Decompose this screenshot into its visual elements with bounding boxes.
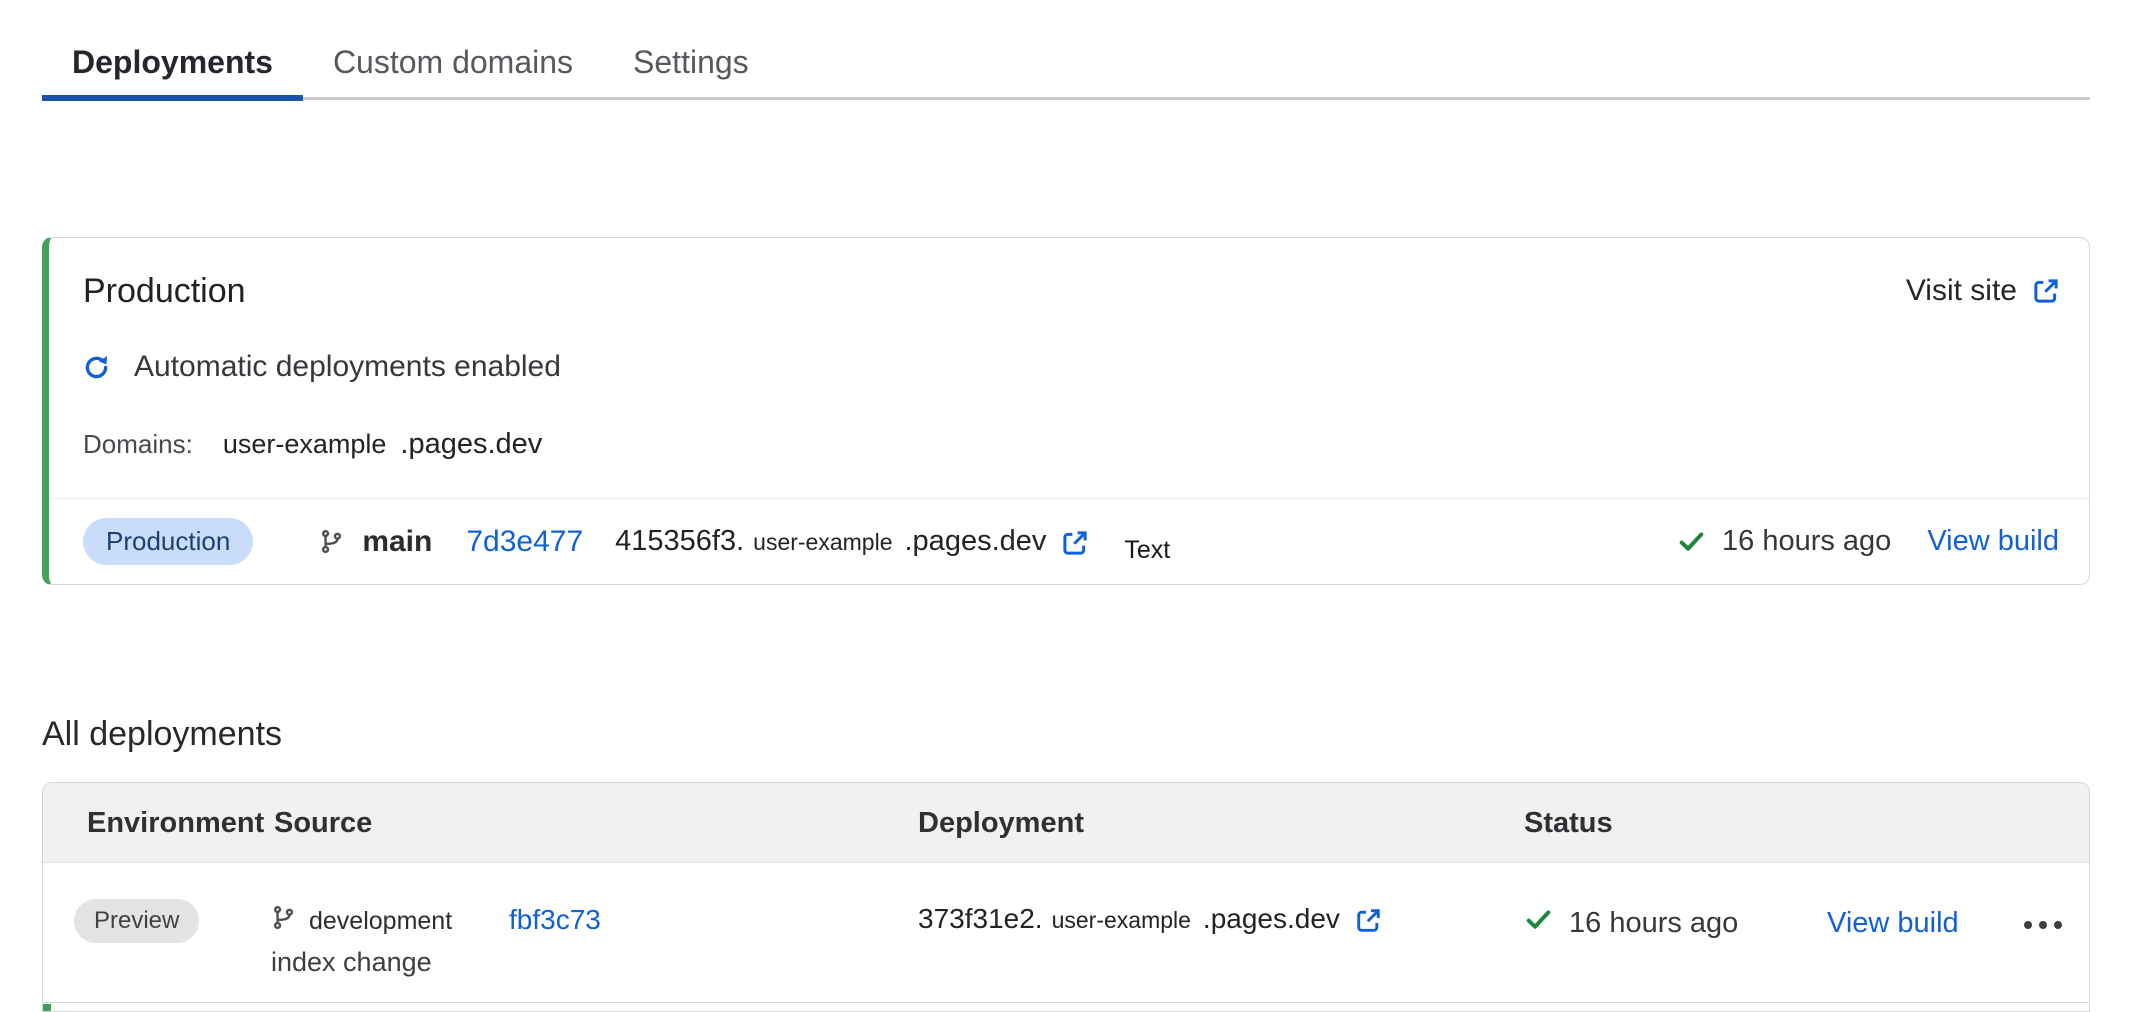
deployment-url-link[interactable]: 373f31e2. user-example .pages.dev	[918, 903, 1383, 935]
visit-site-link[interactable]: Visit site	[1906, 274, 2061, 308]
git-branch-icon	[319, 529, 344, 554]
deployments-table: Environment Source Deployment Status Pre…	[42, 782, 2090, 1012]
deployment-url-hash: 415356f3.	[615, 525, 744, 558]
deployment-url-name: user-example	[1052, 907, 1191, 934]
production-deployment-row: Production main 7d3e477 415356f3. user-e…	[49, 499, 2089, 584]
deployment-url-name: user-example	[753, 529, 892, 556]
tab-custom-domains-label: Custom domains	[333, 44, 573, 81]
deployment-table-row: Preview development fbf3c73 index change…	[43, 863, 2089, 1003]
commit-link[interactable]: 7d3e477	[466, 525, 583, 559]
deployments-table-header: Environment Source Deployment Status	[43, 783, 2089, 863]
environment-badge-production: Production	[83, 518, 253, 565]
column-header-deployment: Deployment	[918, 783, 1084, 863]
production-card: Production Visit site Automa	[42, 237, 2090, 585]
success-check-icon	[1677, 527, 1706, 556]
domain-suffix: .pages.dev	[400, 428, 542, 461]
deployment-url-suffix: .pages.dev	[905, 525, 1047, 558]
ellipsis-icon	[2022, 919, 2064, 931]
domains-row: Domains: user-example .pages.dev	[83, 428, 542, 461]
success-check-icon	[1524, 905, 1553, 934]
view-build-link[interactable]: View build	[1827, 907, 1959, 940]
column-header-status: Status	[1524, 783, 1613, 863]
external-link-icon	[2031, 276, 2061, 306]
visit-site-label: Visit site	[1906, 274, 2017, 308]
deployment-url-suffix: .pages.dev	[1203, 903, 1340, 935]
deployment-note: Text	[1124, 536, 1170, 565]
production-card-header: Production Visit site	[83, 268, 2061, 314]
external-link-icon	[1060, 528, 1090, 558]
refresh-icon	[83, 354, 110, 381]
production-card-title: Production	[83, 272, 246, 311]
production-status-cluster: 16 hours ago View build	[1677, 525, 2059, 558]
domains-label: Domains:	[83, 429, 193, 460]
deployment-url-hash: 373f31e2.	[918, 903, 1043, 935]
pages-project-screen: Deployments Custom domains Settings Prod…	[0, 0, 2132, 1012]
tab-settings-label: Settings	[633, 44, 749, 81]
branch-name: development	[309, 907, 452, 936]
tab-bar: Deployments Custom domains Settings	[42, 24, 2090, 100]
next-row-production-accent	[43, 1004, 51, 1011]
deployment-time: 16 hours ago	[1569, 907, 1738, 940]
tab-settings[interactable]: Settings	[603, 24, 779, 100]
environment-badge-preview: Preview	[74, 899, 199, 943]
domain-name: user-example	[223, 429, 387, 460]
view-build-link[interactable]: View build	[1927, 525, 2059, 558]
external-link-icon	[1354, 906, 1383, 935]
all-deployments-title: All deployments	[42, 714, 282, 754]
commit-link[interactable]: fbf3c73	[509, 904, 601, 936]
automatic-deployments-row: Automatic deployments enabled	[83, 350, 561, 384]
git-branch-icon	[271, 905, 296, 930]
column-header-source: Source	[274, 783, 372, 863]
deployment-url-link[interactable]: 415356f3. user-example .pages.dev	[615, 525, 1090, 558]
tab-custom-domains[interactable]: Custom domains	[303, 24, 603, 100]
column-header-environment: Environment	[87, 783, 264, 863]
automatic-deployments-text: Automatic deployments enabled	[134, 350, 561, 384]
branch-name: main	[362, 525, 432, 559]
more-options-button[interactable]	[2015, 901, 2071, 949]
commit-message: index change	[271, 947, 432, 978]
tab-deployments-label: Deployments	[72, 44, 273, 81]
deployment-time: 16 hours ago	[1722, 525, 1891, 558]
tab-deployments[interactable]: Deployments	[42, 24, 303, 100]
